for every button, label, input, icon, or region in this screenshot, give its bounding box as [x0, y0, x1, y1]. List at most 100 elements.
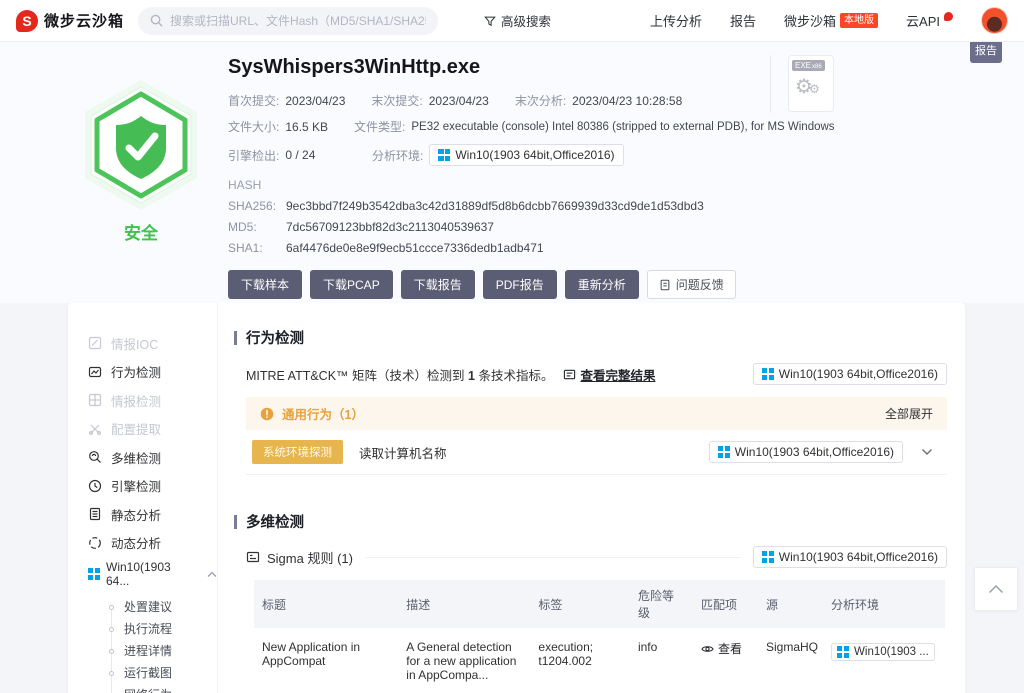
download-report-button[interactable]: 下载报告	[400, 270, 475, 299]
section-bar	[234, 514, 237, 529]
back-to-top-button[interactable]	[974, 567, 1018, 611]
last-analysis-label: 末次分析:	[514, 94, 567, 108]
search-input[interactable]	[170, 13, 427, 28]
behavior-env-label: Win10(1903 64bit,Office2016)	[778, 367, 938, 381]
sigma-rules-row: Sigma 规则 (1) Win10(1903 64bit,Office2016…	[246, 546, 947, 568]
file-type-value: PE32 executable (console) Intel 80386 (s…	[411, 120, 835, 133]
expand-all-link[interactable]: 全部展开	[885, 405, 933, 422]
advanced-search-label: 高级搜索	[501, 15, 552, 29]
sidebar-env-label: Win10(1903 64...	[106, 560, 171, 588]
sidebar-item-label: 静态分析	[111, 508, 162, 523]
last-submit-value: 2023/04/23	[428, 93, 489, 108]
filter-icon	[484, 16, 496, 26]
sigma-rules-label: Sigma 规则 (1)	[267, 550, 353, 566]
pencil-square-icon	[88, 337, 102, 350]
hero-divider	[770, 55, 771, 113]
windows-logo-icon	[837, 645, 850, 658]
mitre-summary-row: MITRE ATT&CK™ 矩阵（技术）检测到 1 条技术指标。 查看完整结果 …	[246, 363, 947, 385]
sidebar-subitem-execution-flow[interactable]: 执行流程	[109, 618, 217, 640]
nav-report[interactable]: 报告	[730, 11, 756, 30]
windows-logo-icon	[761, 368, 774, 380]
chevron-down-icon[interactable]	[921, 448, 933, 456]
sidebar-item-label: 行为检测	[111, 366, 162, 381]
col-source: 源	[758, 580, 824, 628]
behavior-title: 行为检测	[246, 331, 304, 347]
sidebar-subitem-network[interactable]: 网络行为	[109, 684, 217, 693]
search-bar[interactable]	[138, 6, 439, 35]
sidebar-item-label: 引擎检测	[111, 480, 162, 495]
sha1-row: SHA1: 6af4476de0e8e9f9ecb51ccce7336dedb1…	[228, 241, 776, 255]
sidebar-item-engine[interactable]: 引擎检测	[88, 472, 217, 501]
sidebar-subitem-disposal[interactable]: 处置建议	[109, 596, 217, 618]
last-submit-label: 末次提交:	[371, 94, 423, 108]
sidebar-sub-list: 处置建议 执行流程 进程详情 运行截图 网络行为 释放文件	[109, 596, 217, 693]
scissors-icon	[89, 424, 102, 435]
cell-source: SigmaHQ	[758, 628, 824, 693]
nav-sandbox[interactable]: 微步沙箱 本地版	[784, 11, 879, 30]
sidebar-item-dynamic[interactable]: 动态分析	[88, 529, 217, 558]
row-env-badge[interactable]: Win10(1903 64bit,Office2016)	[708, 441, 903, 463]
file-type-label: 文件类型:	[354, 120, 406, 134]
sigma-rules-table: 标题 描述 标签 危险等级 匹配项 源 分析环境 New Application…	[254, 580, 945, 693]
sigma-divider-line	[364, 556, 741, 558]
feedback-label: 问题反馈	[675, 278, 724, 292]
report-card: 情报IOC 行为检测 情报检测 配置提取 多维检测 引擎检测 静态分析 动态分析…	[68, 303, 965, 693]
behavior-section-header: 行为检测	[234, 327, 947, 348]
col-desc: 描述	[398, 580, 531, 628]
nav-cloud-api[interactable]: 云API	[906, 11, 953, 30]
action-buttons-row: 下载样本 下载PCAP 下载报告 PDF报告 重新分析 问题反馈	[228, 270, 776, 299]
cell-title: New Application in AppCompat	[254, 628, 399, 693]
file-size-value: 16.5 KB	[285, 119, 329, 134]
cell-env: Win10(1903 ...	[823, 628, 945, 693]
view-full-results-link[interactable]: 查看完整结果	[563, 365, 655, 384]
collapse-caret-icon[interactable]	[207, 571, 217, 578]
sidebar-item-label: 情报检测	[111, 394, 162, 409]
md5-value: 7dc56709123bbf82d3c2113040539637	[286, 220, 494, 234]
sigma-table-header-row: 标题 描述 标签 危险等级 匹配项 源 分析环境	[254, 580, 945, 628]
local-version-badge: 本地版	[840, 13, 879, 28]
behavior-detection-row[interactable]: 系统环境探测 读取计算机名称 Win10(1903 64bit,Office20…	[246, 430, 947, 475]
nav-upload-analysis[interactable]: 上传分析	[650, 11, 702, 30]
download-sample-button[interactable]: 下载样本	[228, 270, 303, 299]
pdf-report-button[interactable]: PDF报告	[482, 270, 557, 299]
behavior-tag[interactable]: 系统环境探测	[252, 440, 343, 464]
first-submit-label: 首次提交:	[228, 94, 280, 108]
md5-label: MD5:	[228, 220, 257, 234]
sidebar-item-label: 多维检测	[111, 451, 162, 466]
sidebar-item-static[interactable]: 静态分析	[88, 500, 217, 529]
windows-logo-icon	[717, 446, 730, 458]
behavior-section: 行为检测 MITRE ATT&CK™ 矩阵（技术）检测到 1 条技术指标。 查看…	[234, 327, 947, 475]
user-avatar[interactable]	[981, 7, 1008, 34]
behavior-env-badge[interactable]: Win10(1903 64bit,Office2016)	[752, 363, 947, 385]
sidebar-subitem-process-detail[interactable]: 进程详情	[109, 640, 217, 662]
exe-type-tag: EXE x86	[792, 60, 825, 71]
sigma-rules-label-wrap: Sigma 规则 (1)	[246, 548, 353, 567]
document-icon	[89, 508, 101, 521]
reanalyze-button[interactable]: 重新分析	[564, 270, 639, 299]
sidebar-item-multidim[interactable]: 多维检测	[88, 443, 217, 472]
file-info-block: SysWhispers3WinHttp.exe 首次提交: 2023/04/23 …	[228, 56, 835, 299]
sidebar-item-intel-detect: 情报检测	[88, 386, 217, 415]
cell-match: 查看	[692, 628, 758, 693]
sidebar-env-node[interactable]: Win10(1903 64...	[88, 560, 217, 588]
report-sidebar: 情报IOC 行为检测 情报检测 配置提取 多维检测 引擎检测 静态分析 动态分析…	[68, 303, 218, 693]
table-env-badge[interactable]: Win10(1903 ...	[831, 642, 935, 661]
env-badge[interactable]: Win10(1903 64bit,Office2016)	[429, 144, 624, 166]
feedback-button[interactable]: 问题反馈	[646, 270, 736, 299]
sigma-env-badge[interactable]: Win10(1903 64bit,Office2016)	[752, 546, 947, 568]
activity-icon	[88, 366, 102, 377]
sidebar-subitem-screenshots[interactable]: 运行截图	[109, 662, 217, 684]
sidebar-item-label: 配置提取	[111, 423, 162, 438]
engine-detect-value: 0 / 24	[285, 148, 316, 162]
col-level: 危险等级	[629, 580, 693, 628]
mitre-count: 1	[468, 368, 475, 383]
download-pcap-button[interactable]: 下载PCAP	[310, 270, 393, 299]
report-nav-line2: 报告	[975, 44, 997, 57]
app-logo[interactable]: S 微步云沙箱	[16, 9, 124, 32]
sidebar-item-behavior[interactable]: 行为检测	[88, 358, 217, 387]
view-match-link[interactable]: 查看	[701, 640, 750, 657]
mitre-suffix: 条技术指标。	[478, 368, 554, 383]
advanced-search-button[interactable]: 高级搜索	[484, 11, 551, 30]
general-behavior-group[interactable]: 通用行为（1） 全部展开	[246, 397, 947, 430]
exe-arch-text: x86	[812, 64, 822, 70]
